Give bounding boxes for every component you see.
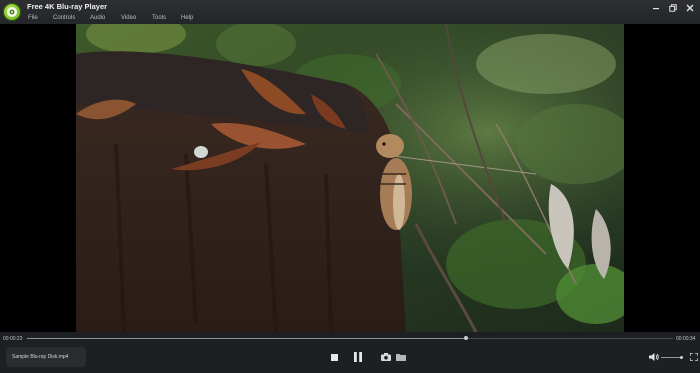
- total-time: 00:00:34: [676, 336, 696, 342]
- video-image: [76, 24, 624, 332]
- restore-icon[interactable]: [668, 3, 677, 12]
- stop-icon[interactable]: [329, 352, 339, 362]
- control-bar: 00:00:23 00:00:34 Sample Blu-ray Disk.mp…: [0, 332, 700, 373]
- volume-icon[interactable]: [648, 352, 660, 362]
- volume-handle[interactable]: [680, 356, 684, 359]
- seek-progress: [27, 338, 467, 339]
- menu-controls[interactable]: Controls: [53, 15, 90, 21]
- title-bar: Free 4K Blu-ray Player File Controls Aud…: [0, 0, 700, 24]
- app-logo-icon: [3, 3, 21, 21]
- video-area[interactable]: [0, 24, 700, 332]
- close-icon[interactable]: [685, 3, 694, 12]
- app-title: Free 4K Blu-ray Player: [27, 2, 108, 11]
- file-name: Sample Blu-ray Disk.mp4: [12, 354, 69, 360]
- menu-tools[interactable]: Tools: [152, 15, 181, 21]
- menu-video[interactable]: Video: [121, 15, 152, 21]
- seek-handle[interactable]: [464, 336, 469, 340]
- video-frame[interactable]: [76, 24, 624, 332]
- minimize-icon[interactable]: [651, 3, 660, 12]
- menu-help[interactable]: Help: [181, 15, 201, 21]
- seek-bar[interactable]: [27, 336, 673, 340]
- menu-audio[interactable]: Audio: [90, 15, 121, 21]
- pause-icon[interactable]: [352, 351, 364, 363]
- volume-slider[interactable]: [661, 356, 684, 359]
- file-name-chip[interactable]: Sample Blu-ray Disk.mp4: [6, 347, 86, 367]
- menu-file[interactable]: File: [28, 15, 53, 21]
- fullscreen-icon[interactable]: [689, 352, 699, 362]
- folder-icon[interactable]: [395, 352, 407, 362]
- current-time: 00:00:23: [3, 336, 23, 342]
- camera-icon[interactable]: [380, 352, 392, 362]
- menu-bar: File Controls Audio Video Tools Help: [28, 15, 201, 21]
